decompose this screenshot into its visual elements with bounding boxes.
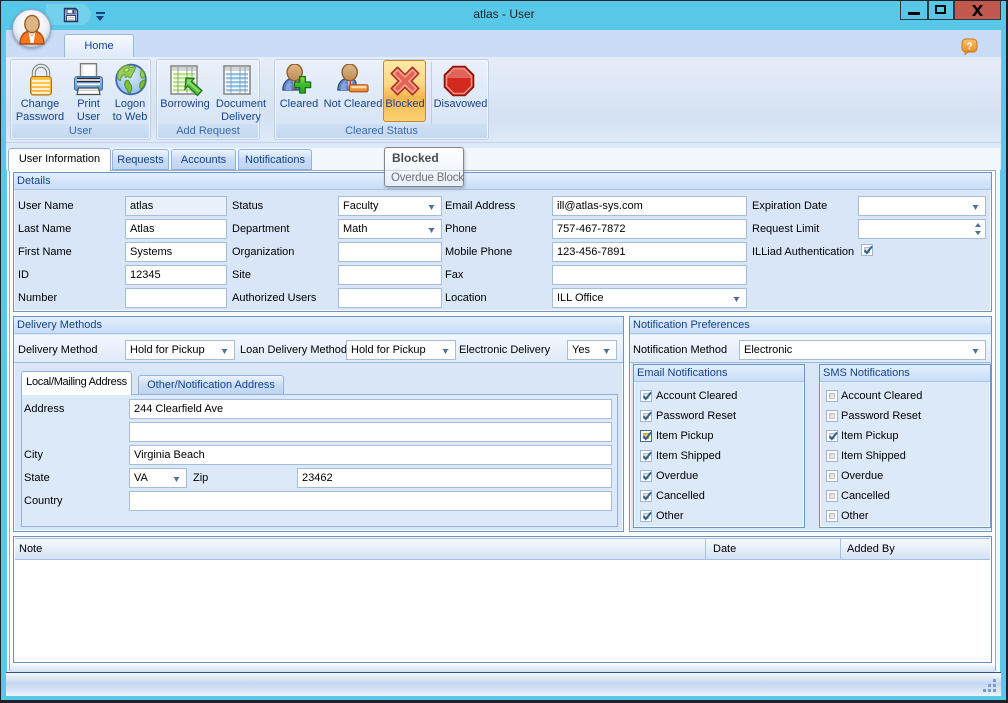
svg-text:?: ?	[966, 42, 972, 53]
